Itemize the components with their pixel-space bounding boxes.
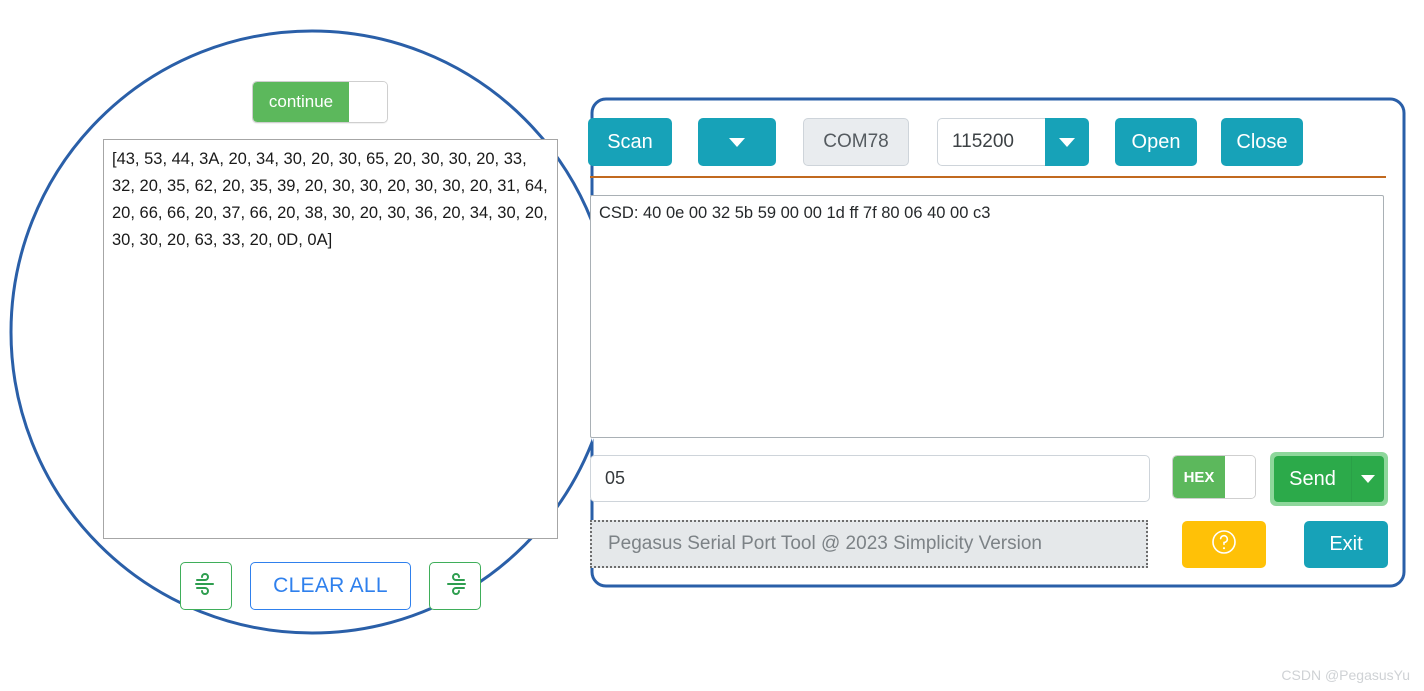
question-circle-icon	[1209, 527, 1239, 562]
send-dropdown-button[interactable]	[1351, 456, 1384, 502]
send-button-group: Send	[1270, 452, 1388, 506]
left-button-row: CLEAR ALL	[103, 562, 558, 610]
chevron-down-icon	[1059, 137, 1075, 147]
zoom-bubble-content: continue [43, 53, 44, 3A, 20, 34, 30, 20…	[0, 0, 600, 660]
flow-right-button[interactable]	[428, 562, 481, 610]
toolbar-divider	[590, 176, 1386, 178]
clear-all-button[interactable]: CLEAR ALL	[250, 562, 411, 610]
port-dropdown-button[interactable]	[698, 118, 776, 166]
scan-button[interactable]: Scan	[588, 118, 672, 166]
hex-toggle-label: HEX	[1173, 456, 1225, 498]
chevron-down-icon	[1361, 475, 1375, 483]
receive-textarea[interactable]: CSD: 40 0e 00 32 5b 59 00 00 1d ff 7f 80…	[590, 195, 1384, 438]
hex-dump-textarea[interactable]: [43, 53, 44, 3A, 20, 34, 30, 20, 30, 65,…	[103, 139, 558, 539]
wind-left-icon	[193, 572, 219, 600]
baud-dropdown-button[interactable]	[1045, 118, 1089, 166]
wind-right-icon	[442, 572, 468, 600]
status-bar: Pegasus Serial Port Tool @ 2023 Simplici…	[590, 520, 1148, 568]
serial-toolbar: Scan COM78 115200 Open Close	[588, 118, 1388, 166]
exit-button[interactable]: Exit	[1304, 521, 1388, 568]
baud-rate-input[interactable]: 115200	[937, 118, 1045, 166]
send-row: 05 HEX Send	[590, 452, 1388, 506]
help-button[interactable]	[1182, 521, 1266, 568]
serial-tool-panel: Scan COM78 115200 Open Close CSD: 40 0e …	[588, 110, 1388, 590]
continue-toggle-label: continue	[253, 82, 349, 122]
hex-toggle[interactable]: HEX	[1172, 455, 1256, 499]
port-value-display: COM78	[803, 118, 909, 166]
continue-toggle-track	[349, 82, 387, 122]
continue-toggle[interactable]: continue	[252, 81, 388, 123]
chevron-down-icon	[729, 137, 745, 147]
flow-left-button[interactable]	[180, 562, 233, 610]
close-port-button[interactable]: Close	[1221, 118, 1303, 166]
status-row: Pegasus Serial Port Tool @ 2023 Simplici…	[590, 520, 1388, 568]
hex-toggle-track	[1225, 456, 1255, 498]
open-port-button[interactable]: Open	[1115, 118, 1197, 166]
send-input[interactable]: 05	[590, 455, 1150, 502]
watermark: CSDN @PegasusYu	[1281, 667, 1410, 683]
send-button[interactable]: Send	[1274, 456, 1351, 502]
